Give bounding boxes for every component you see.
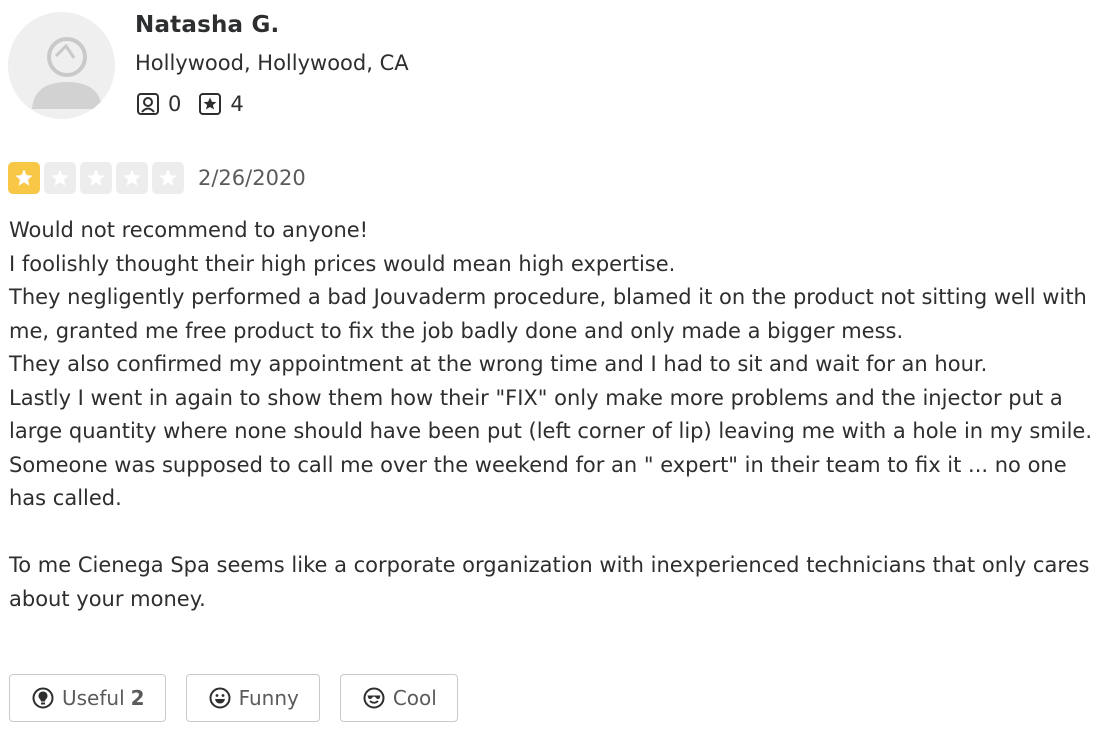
review-date: 2/26/2020 <box>198 165 306 190</box>
cool-button[interactable]: Cool <box>339 674 458 722</box>
review-text: Would not recommend to anyone! I foolishl… <box>9 214 1099 616</box>
useful-button[interactable]: Useful 2 <box>9 674 166 722</box>
funny-button[interactable]: Funny <box>185 674 320 722</box>
friends-stat: 0 <box>136 92 181 116</box>
avatar[interactable] <box>8 12 115 119</box>
rating-star-icon <box>152 161 184 194</box>
rating-star-icon <box>116 161 148 194</box>
useful-label: Useful <box>62 686 125 710</box>
useful-count: 2 <box>130 686 145 710</box>
friends-count: 0 <box>168 92 182 116</box>
review-line <box>9 516 1099 550</box>
funny-label: Funny <box>238 686 299 710</box>
review-line: They also confirmed my appointment at th… <box>9 352 988 376</box>
review-star-icon <box>199 93 222 115</box>
review-line: They negligently performed a bad Jouvade… <box>9 285 1087 343</box>
review-line: I foolishly thought their high prices wo… <box>9 251 676 276</box>
star-rating <box>8 161 188 194</box>
reaction-buttons: Useful 2 Funny Cool <box>9 674 478 722</box>
sunglasses-face-icon <box>363 687 385 709</box>
reviews-count: 4 <box>230 92 244 116</box>
review-line: Someone was supposed to call me over the… <box>9 452 1067 511</box>
rating-star-icon <box>8 161 40 194</box>
user-location: Hollywood, Hollywood, CA <box>135 51 409 75</box>
user-name[interactable]: Natasha G. <box>135 12 280 38</box>
review-line: Would not recommend to anyone! <box>9 218 369 242</box>
review-line: Lastly I went in again to show them how … <box>9 385 1093 444</box>
cool-label: Cool <box>392 686 437 710</box>
review-line: To me Cienega Spa seems like a corporate… <box>9 553 1090 611</box>
rating-row: 2/26/2020 <box>8 161 306 194</box>
user-stats: 0 4 <box>136 91 261 117</box>
lightbulb-icon <box>32 687 54 709</box>
default-user-icon <box>32 37 102 109</box>
rating-star-icon <box>80 161 112 194</box>
friends-icon <box>137 93 159 115</box>
reviews-stat: 4 <box>198 92 244 116</box>
smiley-face-icon <box>209 687 231 709</box>
rating-star-icon <box>44 161 76 194</box>
